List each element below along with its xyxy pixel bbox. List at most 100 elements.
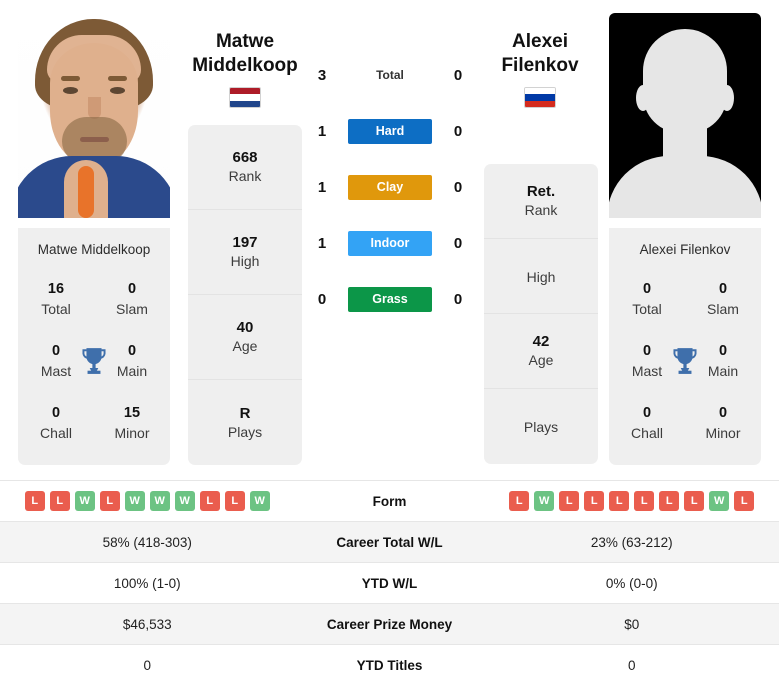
left-titles-main-label: Main bbox=[116, 363, 148, 379]
right-titles-main: 0 Main bbox=[695, 341, 751, 381]
right-player-photo-placeholder bbox=[609, 13, 761, 218]
form-badge-win: W bbox=[534, 491, 555, 511]
table-row-career-prize-money: $46,533 Career Prize Money $0 bbox=[0, 603, 779, 644]
h2h-grass-left: 0 bbox=[317, 290, 327, 308]
right-titles-mast: 0 Mast bbox=[619, 341, 675, 381]
right-form-cell: LWLLLLLLWL bbox=[485, 491, 779, 511]
right-player-titles-card: Alexei Filenkov 0 Total 0 Slam 0 Mast 0 … bbox=[609, 228, 761, 465]
left-titles-minor: 15 Minor bbox=[104, 403, 160, 443]
right-ytd-titles: 0 bbox=[627, 657, 636, 673]
left-titles-mast-value: 0 bbox=[51, 343, 61, 359]
h2h-hard-left: 1 bbox=[317, 122, 327, 140]
form-badge-loss: L bbox=[559, 491, 580, 511]
left-form-badges: LLWLWWWLLW bbox=[0, 491, 295, 511]
left-player-photo bbox=[18, 13, 170, 218]
right-info-rank: Ret. Rank bbox=[484, 164, 598, 239]
form-badge-loss: L bbox=[24, 491, 45, 511]
right-info-plays: Plays bbox=[484, 389, 598, 464]
left-titles-minor-label: Minor bbox=[114, 425, 150, 441]
h2h-row-hard: 1 Hard 0 bbox=[310, 116, 470, 146]
h2h-grass-right: 0 bbox=[453, 290, 463, 308]
form-badge-loss: L bbox=[659, 491, 680, 511]
right-titles-main-value: 0 bbox=[718, 343, 728, 359]
left-rank-label: Rank bbox=[228, 168, 262, 184]
left-titles-slam: 0 Slam bbox=[104, 279, 160, 319]
left-titles-total: 16 Total bbox=[28, 279, 84, 319]
right-player-name-line1: Alexei bbox=[512, 31, 568, 52]
left-career-total-wl: 58% (418-303) bbox=[102, 534, 192, 550]
right-titles-slam-value: 0 bbox=[718, 281, 728, 297]
right-player-header[interactable]: Alexei Filenkov bbox=[455, 30, 625, 108]
form-badge-win: W bbox=[174, 491, 195, 511]
h2h-row-total: 3 Total 0 bbox=[310, 60, 470, 90]
right-titles-minor: 0 Minor bbox=[695, 403, 751, 443]
left-titles-row-1: 16 Total 0 Slam bbox=[28, 279, 160, 319]
surface-pill-indoor[interactable]: Indoor bbox=[348, 230, 432, 256]
left-age-value: 40 bbox=[236, 319, 254, 336]
left-rank-value: 668 bbox=[232, 149, 258, 166]
right-form-badges: LWLLLLLLWL bbox=[485, 491, 779, 511]
form-badge-loss: L bbox=[634, 491, 655, 511]
left-player-info-card: 668 Rank 197 High 40 Age R Plays bbox=[188, 125, 302, 465]
right-info-high: High bbox=[484, 239, 598, 314]
left-titles-total-label: Total bbox=[41, 301, 71, 317]
right-titles-minor-label: Minor bbox=[705, 425, 741, 441]
form-badge-win: W bbox=[709, 491, 730, 511]
left-high-label: High bbox=[230, 253, 260, 269]
right-titles-chall-value: 0 bbox=[642, 405, 652, 421]
h2h-total-right: 0 bbox=[453, 66, 463, 84]
form-badge-loss: L bbox=[49, 491, 70, 511]
form-badge-loss: L bbox=[224, 491, 245, 511]
russia-flag-icon bbox=[524, 87, 556, 108]
h2h-row-indoor: 1 Indoor 0 bbox=[310, 228, 470, 258]
right-titles-total: 0 Total bbox=[619, 279, 675, 319]
table-row-ytd-wl: 100% (1-0) YTD W/L 0% (0-0) bbox=[0, 562, 779, 603]
right-rank-value: Ret. bbox=[526, 183, 556, 200]
left-player-header[interactable]: Matwe Middelkoop bbox=[160, 30, 330, 108]
right-titles-total-label: Total bbox=[632, 301, 662, 317]
left-titles-chall: 0 Chall bbox=[28, 403, 84, 443]
right-titles-minor-value: 0 bbox=[718, 405, 728, 421]
row-label-form: Form bbox=[372, 493, 407, 509]
surface-pill-hard[interactable]: Hard bbox=[348, 118, 432, 144]
head-to-head-breakdown: 3 Total 0 1 Hard 0 1 Clay 0 1 Indoor 0 0 bbox=[310, 60, 470, 314]
surface-pill-clay[interactable]: Clay bbox=[348, 174, 432, 200]
left-titles-slam-value: 0 bbox=[127, 281, 137, 297]
h2h-total-label: Total bbox=[376, 68, 404, 82]
left-titles-row-3: 0 Chall 15 Minor bbox=[28, 403, 160, 443]
right-info-age: 42 Age bbox=[484, 314, 598, 389]
form-badge-win: W bbox=[249, 491, 270, 511]
table-row-form: LLWLWWWLLW Form LWLLLLLLWL bbox=[0, 480, 779, 521]
left-titles-slam-label: Slam bbox=[116, 301, 148, 317]
left-info-high: 197 High bbox=[188, 210, 302, 295]
right-plays-label: Plays bbox=[523, 419, 559, 435]
left-info-rank: 668 Rank bbox=[188, 125, 302, 210]
left-titles-mast: 0 Mast bbox=[28, 341, 84, 381]
left-info-age: 40 Age bbox=[188, 295, 302, 380]
h2h-clay-left: 1 bbox=[317, 178, 327, 196]
right-titles-player-name: Alexei Filenkov bbox=[639, 242, 731, 257]
left-age-label: Age bbox=[232, 338, 258, 354]
right-high-label: High bbox=[526, 268, 556, 285]
form-badge-loss: L bbox=[684, 491, 705, 511]
form-badge-win: W bbox=[74, 491, 95, 511]
form-badge-loss: L bbox=[609, 491, 630, 511]
row-label-career-total-wl: Career Total W/L bbox=[336, 534, 443, 550]
h2h-clay-right: 0 bbox=[453, 178, 463, 196]
left-titles-main: 0 Main bbox=[104, 341, 160, 381]
left-form-cell: LLWLWWWLLW bbox=[0, 491, 295, 511]
trophy-icon bbox=[673, 348, 697, 374]
trophy-icon bbox=[82, 348, 106, 374]
right-age-label: Age bbox=[528, 352, 554, 368]
h2h-total-left: 3 bbox=[317, 66, 327, 84]
form-badge-loss: L bbox=[509, 491, 530, 511]
surface-pill-grass[interactable]: Grass bbox=[348, 286, 432, 312]
left-titles-chall-label: Chall bbox=[40, 425, 72, 441]
right-titles-slam-label: Slam bbox=[707, 301, 739, 317]
form-badge-loss: L bbox=[734, 491, 755, 511]
comparison-table: LLWLWWWLLW Form LWLLLLLLWL 58% (418-303)… bbox=[0, 480, 779, 685]
h2h-indoor-right: 0 bbox=[453, 234, 463, 252]
row-label-ytd-wl: YTD W/L bbox=[361, 575, 418, 591]
right-ytd-wl: 0% (0-0) bbox=[605, 575, 658, 591]
h2h-row-clay: 1 Clay 0 bbox=[310, 172, 470, 202]
